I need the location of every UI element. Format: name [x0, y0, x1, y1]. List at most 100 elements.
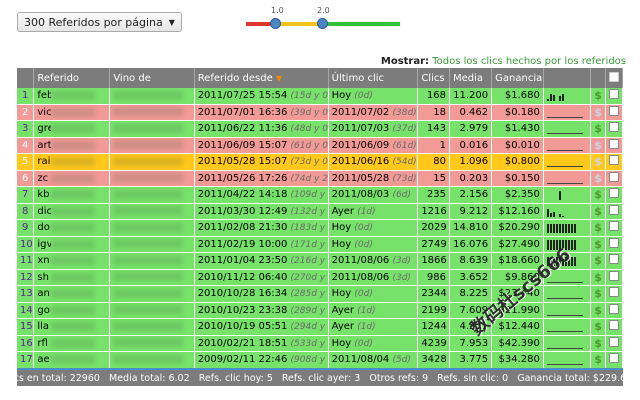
checkbox-cell[interactable]	[605, 302, 623, 319]
checkbox-cell[interactable]	[605, 252, 623, 270]
dollar-cell[interactable]: $	[590, 351, 607, 369]
col-header-ultimo-clic[interactable]: Último clic	[328, 68, 419, 88]
row-checkbox[interactable]	[609, 138, 620, 149]
dollar-cell[interactable]: $	[590, 302, 607, 319]
dollar-icon[interactable]: $	[594, 221, 602, 234]
checkbox-cell[interactable]	[605, 170, 623, 187]
dollar-cell[interactable]: $	[590, 203, 607, 220]
table-row[interactable]: 4 art 2011/06/09 15:07 (61d y 02:05) 201…	[17, 137, 623, 154]
col-header-ganancia[interactable]: Ganancia	[491, 68, 544, 88]
checkbox-cell[interactable]	[605, 153, 623, 171]
dollar-icon[interactable]: $	[594, 254, 602, 267]
dollar-cell[interactable]: $	[590, 170, 607, 187]
referido-cell[interactable]: rfl	[33, 335, 111, 352]
dollar-icon[interactable]: $	[594, 155, 602, 168]
row-checkbox[interactable]	[609, 221, 620, 232]
checkbox-cell[interactable]	[605, 236, 623, 253]
slider-low-handle[interactable]	[270, 18, 281, 29]
table-row[interactable]: 7 kb 2011/04/22 14:18 (109d y 02:54) 201…	[17, 186, 623, 204]
referido-cell[interactable]: gre	[33, 120, 111, 138]
referido-cell[interactable]: feb	[33, 88, 111, 105]
referido-cell[interactable]: lla	[33, 318, 111, 336]
table-row[interactable]: 5 rai 2011/05/28 15:07 (73d y 02:05) 201…	[17, 153, 623, 171]
referido-cell[interactable]: zc	[33, 170, 111, 187]
col-header-clics[interactable]: Clics	[417, 68, 450, 88]
dollar-icon[interactable]: $	[594, 205, 602, 218]
dollar-icon[interactable]: $	[594, 304, 602, 317]
table-row[interactable]: 17 ae 2009/02/11 22:46 (908d y 17:26) 20…	[17, 351, 623, 369]
dollar-cell[interactable]: $	[590, 252, 607, 270]
table-row[interactable]: 2 vic 2011/07/01 16:36 (39d y 00:36) 201…	[17, 104, 623, 121]
referido-cell[interactable]: an	[33, 285, 111, 303]
table-row[interactable]: 14 go 2010/10/23 23:38 (289d y 17:34) Ay…	[17, 302, 623, 319]
dollar-icon[interactable]: $	[594, 106, 602, 119]
checkbox-cell[interactable]	[605, 203, 623, 220]
dollar-cell[interactable]: $	[590, 318, 607, 336]
row-checkbox[interactable]	[609, 270, 620, 281]
dollar-icon[interactable]: $	[594, 89, 602, 102]
referido-cell[interactable]: art	[33, 137, 111, 154]
col-header-select-all[interactable]	[605, 68, 623, 88]
checkbox-cell[interactable]	[605, 186, 623, 204]
dollar-icon[interactable]: $	[594, 337, 602, 350]
dollar-cell[interactable]: $	[590, 137, 607, 154]
referido-cell[interactable]: igv	[33, 236, 111, 253]
dollar-icon[interactable]: $	[594, 353, 602, 366]
dollar-cell[interactable]: $	[590, 285, 607, 303]
checkbox-cell[interactable]	[605, 88, 623, 105]
row-checkbox[interactable]	[609, 188, 620, 199]
referido-cell[interactable]: rai	[33, 153, 111, 171]
checkbox-cell[interactable]	[605, 219, 623, 237]
dollar-cell[interactable]: $	[590, 186, 607, 204]
table-row[interactable]: 10 igv 2011/02/19 10:00 (171d y 06:12) H…	[17, 236, 623, 253]
table-row[interactable]: 6 zc 2011/05/26 17:26 (74d y 23:46) 2011…	[17, 170, 623, 187]
dollar-icon[interactable]: $	[594, 188, 602, 201]
dollar-cell[interactable]: $	[590, 104, 607, 121]
row-checkbox[interactable]	[609, 237, 620, 248]
dollar-cell[interactable]: $	[590, 269, 607, 286]
col-header-referido[interactable]: Referido	[33, 68, 111, 88]
dollar-cell[interactable]: $	[590, 335, 607, 352]
referido-cell[interactable]: dic	[33, 203, 111, 220]
referido-cell[interactable]: kb	[33, 186, 111, 204]
referido-cell[interactable]: ae	[33, 351, 111, 369]
row-checkbox[interactable]	[609, 171, 620, 182]
dollar-icon[interactable]: $	[594, 320, 602, 333]
table-row[interactable]: 1 feb 2011/07/25 15:54 (15d y 01:18) Hoy…	[17, 88, 623, 105]
checkbox-cell[interactable]	[605, 285, 623, 303]
dollar-icon[interactable]: $	[594, 287, 602, 300]
row-checkbox[interactable]	[609, 287, 620, 298]
referido-cell[interactable]: vic	[33, 104, 111, 121]
dollar-icon[interactable]: $	[594, 139, 602, 152]
referido-cell[interactable]: go	[33, 302, 111, 319]
checkbox-cell[interactable]	[605, 137, 623, 154]
row-checkbox[interactable]	[609, 353, 620, 364]
referido-cell[interactable]: xn	[33, 252, 111, 270]
checkbox-cell[interactable]	[605, 335, 623, 352]
dollar-cell[interactable]: $	[590, 88, 607, 105]
table-row[interactable]: 9 do 2011/02/08 21:30 (183d y 18:42) Hoy…	[17, 219, 623, 237]
row-checkbox[interactable]	[609, 122, 620, 133]
checkbox-cell[interactable]	[605, 351, 623, 369]
dollar-icon[interactable]: $	[594, 271, 602, 284]
checkbox-cell[interactable]	[605, 318, 623, 336]
referido-cell[interactable]: do	[33, 219, 111, 237]
table-row[interactable]: 3 gre 2011/06/22 11:36 (48d y 05:36) 201…	[17, 120, 623, 138]
dollar-cell[interactable]: $	[590, 153, 607, 171]
select-all-checkbox[interactable]	[609, 71, 620, 82]
checkbox-cell[interactable]	[605, 104, 623, 121]
table-row[interactable]: 15 lla 2010/10/19 05:51 (294d y 11:21) A…	[17, 318, 623, 336]
col-header-referido-desde[interactable]: Referido desde ▼	[194, 68, 329, 88]
checkbox-cell[interactable]	[605, 120, 623, 138]
filter-link[interactable]: Todos los clics hechos por los referidos	[432, 56, 626, 67]
table-row[interactable]: 8 dic 2011/03/30 12:49 (132d y 04:23) Ay…	[17, 203, 623, 220]
dollar-icon[interactable]: $	[594, 238, 602, 251]
dollar-cell[interactable]: $	[590, 120, 607, 138]
dollar-cell[interactable]: $	[590, 236, 607, 253]
row-checkbox[interactable]	[609, 204, 620, 215]
referido-cell[interactable]: sh	[33, 269, 111, 286]
dollar-icon[interactable]: $	[594, 172, 602, 185]
row-checkbox[interactable]	[609, 89, 620, 100]
range-slider[interactable]: 1.0 2.0	[246, 6, 402, 32]
slider-high-handle[interactable]	[317, 18, 328, 29]
